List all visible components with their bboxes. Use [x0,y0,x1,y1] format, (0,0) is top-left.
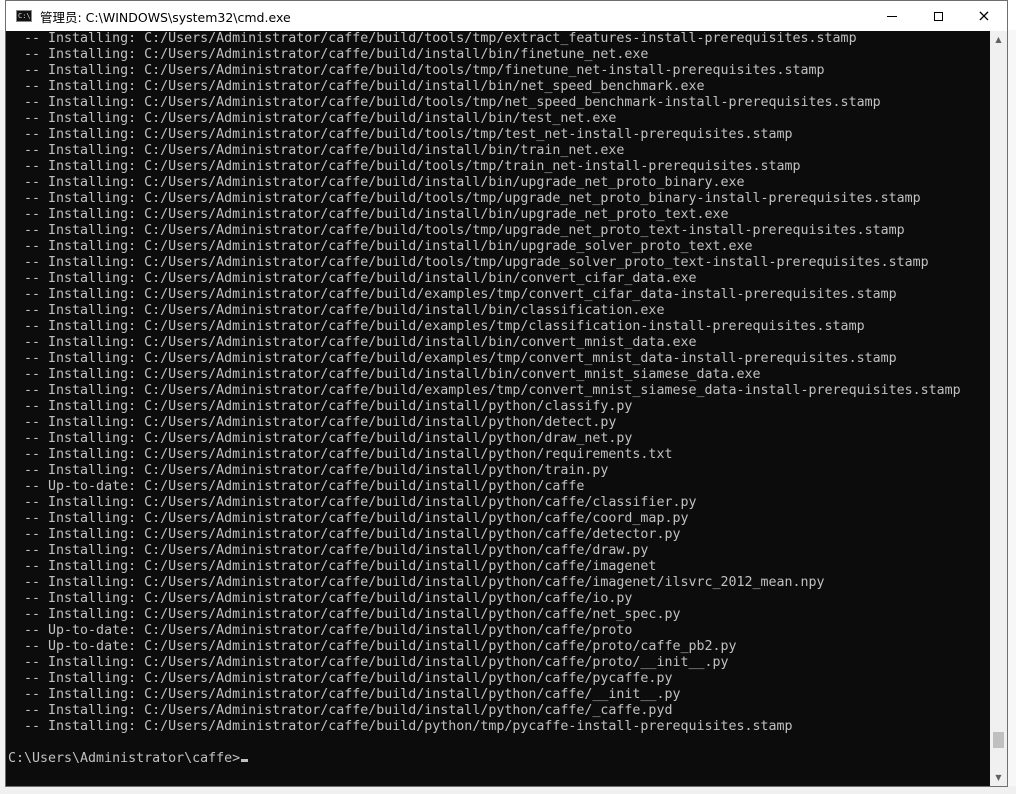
console-output[interactable]: -- Installing: C:/Users/Administrator/ca… [6,31,991,786]
console-line: -- Installing: C:/Users/Administrator/ca… [8,31,857,46]
cmd-window: C:\ 管理员: C:\WINDOWS\system32\cmd.exe × -… [5,0,1008,787]
console-line: -- Installing: C:/Users/Administrator/ca… [8,255,929,270]
console-line: -- Up-to-date: C:/Users/Administrator/ca… [8,623,633,638]
minimize-button[interactable] [869,1,915,31]
console-line: -- Installing: C:/Users/Administrator/ca… [8,79,705,94]
console-line: -- Installing: C:/Users/Administrator/ca… [8,175,745,190]
console-line: -- Installing: C:/Users/Administrator/ca… [8,383,961,398]
vertical-scrollbar[interactable]: ▲ ▼ [990,31,1007,786]
console-line: -- Installing: C:/Users/Administrator/ca… [8,335,697,350]
console-line: -- Installing: C:/Users/Administrator/ca… [8,559,657,574]
minimize-icon [887,15,897,17]
console-line: -- Installing: C:/Users/Administrator/ca… [8,63,825,78]
prompt-text: C:\Users\Administrator\caffe> [8,751,241,766]
console-line: -- Installing: C:/Users/Administrator/ca… [8,287,897,302]
close-button[interactable]: × [961,1,1007,31]
console-line: -- Installing: C:/Users/Administrator/ca… [8,207,729,222]
maximize-icon [933,11,943,21]
command-prompt[interactable]: C:\Users\Administrator\caffe> [6,751,991,767]
window-title: 管理员: C:\WINDOWS\system32\cmd.exe [40,9,291,25]
console-line: -- Installing: C:/Users/Administrator/ca… [8,223,905,238]
console-line: -- Installing: C:/Users/Administrator/ca… [8,511,689,526]
console-line: -- Installing: C:/Users/Administrator/ca… [8,431,633,446]
console-line: -- Installing: C:/Users/Administrator/ca… [8,239,753,254]
console-line: -- Installing: C:/Users/Administrator/ca… [8,543,649,558]
console-line: -- Installing: C:/Users/Administrator/ca… [8,399,633,414]
console-line: -- Installing: C:/Users/Administrator/ca… [8,95,881,110]
console-line: -- Installing: C:/Users/Administrator/ca… [8,159,801,174]
console-line: -- Installing: C:/Users/Administrator/ca… [8,575,825,590]
console-line: -- Installing: C:/Users/Administrator/ca… [8,719,793,734]
maximize-button[interactable] [915,1,961,31]
console-line: -- Installing: C:/Users/Administrator/ca… [8,415,617,430]
console-line: -- Installing: C:/Users/Administrator/ca… [8,463,609,478]
scroll-up-arrow-icon: ▲ [995,35,1002,44]
console-line: -- Installing: C:/Users/Administrator/ca… [8,527,681,542]
scroll-up-button[interactable]: ▲ [990,31,1007,48]
scrollbar-thumb[interactable] [993,732,1004,748]
console-line: -- Installing: C:/Users/Administrator/ca… [8,671,673,686]
console-line: -- Installing: C:/Users/Administrator/ca… [8,319,865,334]
console-line: -- Installing: C:/Users/Administrator/ca… [8,607,681,622]
console-line: -- Installing: C:/Users/Administrator/ca… [8,367,761,382]
console-line: -- Installing: C:/Users/Administrator/ca… [8,351,897,366]
cmd-app-icon[interactable]: C:\ [16,10,32,22]
title-bar[interactable]: C:\ 管理员: C:\WINDOWS\system32\cmd.exe × [6,1,1007,31]
console-line: -- Installing: C:/Users/Administrator/ca… [8,143,625,158]
console-lines: -- Installing: C:/Users/Administrator/ca… [6,31,991,735]
console-line: -- Installing: C:/Users/Administrator/ca… [8,655,729,670]
console-line: -- Installing: C:/Users/Administrator/ca… [8,703,673,718]
text-cursor [241,759,249,762]
console-line: -- Installing: C:/Users/Administrator/ca… [8,495,697,510]
console-line: -- Installing: C:/Users/Administrator/ca… [8,687,681,702]
console-line: -- Installing: C:/Users/Administrator/ca… [8,271,697,286]
scroll-down-arrow-icon: ▼ [995,773,1002,782]
console-line: -- Up-to-date: C:/Users/Administrator/ca… [8,639,737,654]
console-line: -- Installing: C:/Users/Administrator/ca… [8,191,921,206]
console-line: -- Installing: C:/Users/Administrator/ca… [8,591,633,606]
scroll-down-button[interactable]: ▼ [990,769,1007,786]
console-line: -- Installing: C:/Users/Administrator/ca… [8,111,617,126]
console-line: -- Installing: C:/Users/Administrator/ca… [8,303,665,318]
console-line: -- Up-to-date: C:/Users/Administrator/ca… [8,479,585,494]
console-line: -- Installing: C:/Users/Administrator/ca… [8,447,673,462]
close-icon: × [977,6,991,25]
console-line: -- Installing: C:/Users/Administrator/ca… [8,127,793,142]
console-line: -- Installing: C:/Users/Administrator/ca… [8,47,649,62]
desktop-background-bottom [0,786,1016,794]
